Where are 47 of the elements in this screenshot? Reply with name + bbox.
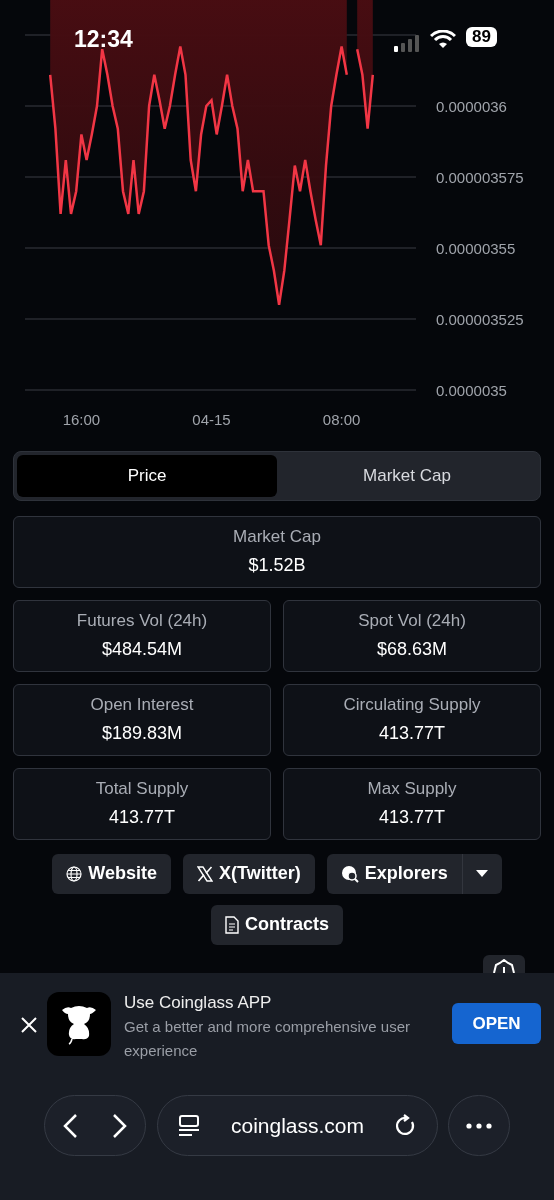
stat-value: $68.63M: [376, 638, 448, 662]
status-time: 12:34: [74, 25, 133, 54]
stat-value: 413.77T: [378, 806, 446, 830]
banner-text: Get a better and more comprehensive user experience: [124, 1017, 411, 1061]
axis-label: 0.000003525: [436, 311, 524, 328]
open-button[interactable]: OPEN: [452, 1003, 541, 1044]
axis-label: 0.0000035: [436, 382, 507, 399]
stat-label: Market Cap: [233, 525, 321, 548]
page-menu-icon[interactable]: [178, 1113, 200, 1138]
url-text: coinglass.com: [229, 1112, 366, 1139]
forward-icon[interactable]: [112, 1112, 128, 1139]
axis-label: 04-15: [192, 411, 231, 428]
reload-icon[interactable]: [395, 1113, 417, 1138]
x-logo-icon: [197, 865, 213, 882]
app-icon: [47, 992, 111, 1056]
globe-icon: [66, 865, 83, 882]
wifi-icon: [430, 27, 456, 51]
banner-title: Use Coinglass APP: [124, 992, 272, 1014]
axis-label: 16:00: [62, 411, 101, 428]
axis-label: 0.0000036: [436, 98, 507, 115]
document-icon: [225, 915, 239, 934]
stat-label: Circulating Supply: [343, 693, 481, 716]
address-bar[interactable]: coinglass.com: [157, 1095, 438, 1156]
settings-icon[interactable]: [483, 955, 525, 973]
view-tab[interactable]: Price: [17, 455, 277, 497]
stat-value: $189.83M: [101, 722, 183, 746]
stat-label: Total Supply: [95, 777, 189, 800]
back-icon[interactable]: [62, 1112, 78, 1139]
link-button[interactable]: Website: [52, 853, 171, 894]
globe-search-icon: [340, 864, 359, 883]
stat-label: Spot Vol (24h): [358, 609, 466, 632]
stat-label: Open Interest: [90, 693, 194, 716]
axis-label: 08:00: [322, 411, 361, 428]
stat-label: Max Supply: [367, 777, 457, 800]
axis-label: 0.00000355: [436, 240, 516, 257]
axis-label: 0.000003575: [436, 169, 524, 186]
caret-icon: [476, 870, 489, 877]
battery-level: 89: [466, 27, 497, 47]
stat-value: 413.77T: [108, 806, 176, 830]
stat-value: 413.77T: [378, 722, 446, 746]
more-icon: [466, 1122, 492, 1129]
stat-label: Futures Vol (24h): [76, 609, 208, 632]
link-button[interactable]: X(Twitter): [183, 853, 315, 894]
stat-value: $484.54M: [101, 638, 183, 662]
view-tab[interactable]: Market Cap: [277, 455, 537, 497]
stat-value: $1.52B: [248, 554, 306, 578]
link-button[interactable]: Contracts: [211, 904, 343, 945]
